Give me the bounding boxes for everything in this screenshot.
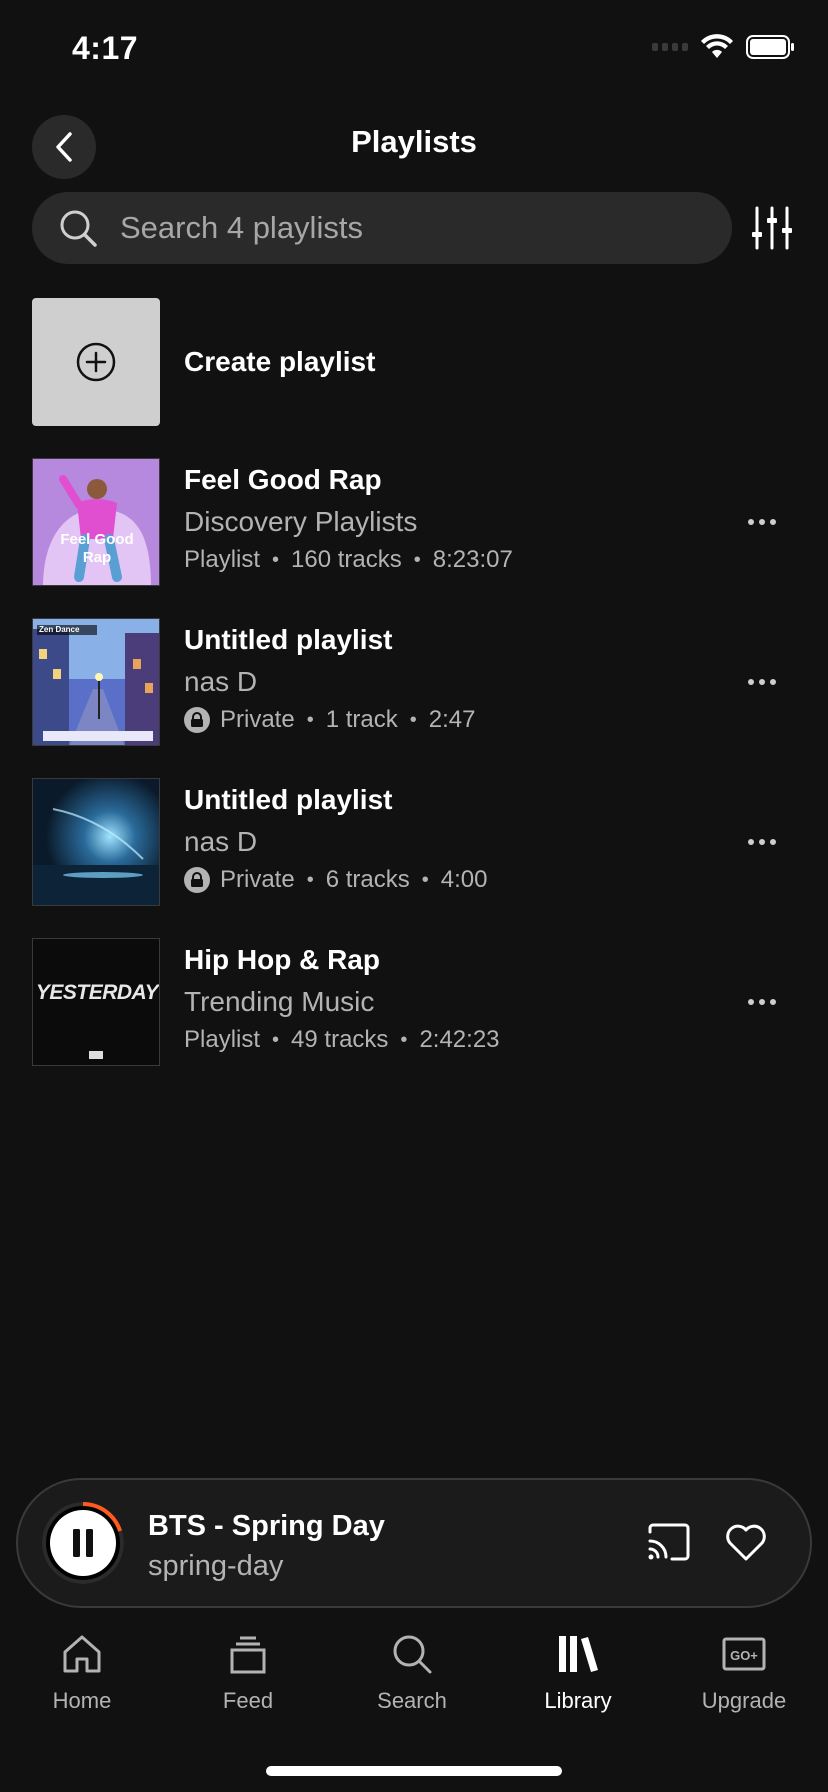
separator-dot: • [413,548,421,571]
playlist-duration: 8:23:07 [432,546,513,573]
playlist-meta: Playlist • 160 tracks • 8:23:07 [184,546,513,574]
playlist-track-count: 160 tracks [291,546,402,573]
more-options-button[interactable] [742,828,782,856]
status-time: 4:17 [72,30,139,66]
create-playlist-row[interactable]: Create playlist [32,298,796,426]
lock-icon [184,867,210,893]
mini-player[interactable]: BTS - Spring Day spring-day [16,1478,812,1608]
playlist-cover: Feel Good Rap [32,458,160,586]
cast-icon[interactable] [646,1522,692,1562]
playlist-cover: Zen Dance [32,618,160,746]
separator-dot: • [272,1028,280,1051]
playlist-meta: Playlist • 49 tracks • 2:42:23 [184,1026,500,1054]
pause-button[interactable] [40,1500,126,1586]
playlist-duration: 2:47 [428,706,476,733]
separator-dot: • [409,708,417,731]
more-options-button[interactable] [742,668,782,696]
cover-art-text: Feel Good Rap [60,531,134,566]
playlist-info: Hip Hop & Rap Trending Music Playlist • … [184,944,500,1054]
tab-bar: Home Feed Search Library GO+ Upgrade [0,1630,828,1730]
playlist-type: Playlist [184,1026,261,1053]
playlist-owner: nas D [184,826,258,857]
separator-dot: • [421,868,429,891]
playlist-type: Private [220,866,295,893]
cover-art-text: YESTERDAY [35,981,159,1004]
playlist-track-count: 6 tracks [325,866,410,893]
tab-upgrade[interactable]: GO+ Upgrade [674,1630,814,1714]
home-indicator [266,1766,562,1776]
create-playlist-thumb [32,298,160,426]
playlist-row[interactable]: Feel Good Rap Feel Good Rap Discovery Pl… [32,458,796,586]
playlist-duration: 2:42:23 [419,1026,500,1053]
tab-home[interactable]: Home [12,1630,152,1714]
playlist-title: Feel Good Rap [184,464,382,495]
playlist-type: Private [220,706,295,733]
tab-label: Search [377,1688,447,1713]
tab-label: Home [52,1688,112,1713]
separator-dot: • [400,1028,408,1051]
search-placeholder: Search 4 playlists [120,210,363,245]
playlist-title: Untitled playlist [184,624,393,655]
playlist-track-count: 1 track [325,706,398,733]
create-playlist-label: Create playlist [184,346,376,377]
separator-dot: • [272,548,280,571]
playlist-row[interactable]: YESTERDAY Hip Hop & Rap Trending Music P… [32,938,796,1066]
more-options-button[interactable] [742,988,782,1016]
tab-search[interactable]: Search [342,1630,482,1714]
screen: 4:17 Playlists Search 4 playlists Create… [0,0,828,1792]
separator-dot: • [306,868,314,891]
heart-icon[interactable] [724,1522,768,1562]
playlist-info: Feel Good Rap Discovery Playlists Playli… [184,464,513,574]
playlist-meta: Private • 6 tracks • 4:00 [184,866,487,894]
playlist-cover [32,778,160,906]
feed-icon [230,1636,266,1674]
playlist-title: Hip Hop & Rap [184,944,380,975]
wifi-icon [701,34,733,58]
pause-icon [73,1529,80,1557]
playlist-track-count: 49 tracks [291,1026,389,1053]
parental-advisory-icon [89,1051,103,1059]
playlist-owner: Discovery Playlists [184,506,418,537]
playlist-row[interactable]: Untitled playlist nas D Private • 6 trac… [32,778,796,906]
playlist-owner: nas D [184,666,258,697]
cover-art-image [33,779,159,905]
now-playing-title: BTS - Spring Day [148,1510,385,1542]
search-icon [60,210,97,247]
tab-feed[interactable]: Feed [178,1630,318,1714]
cover-art-text: Zen Dance [39,625,80,634]
more-options-button[interactable] [742,508,782,536]
playlist-row[interactable]: Zen Dance Untitled playlist nas D Privat… [32,618,796,746]
playlist-duration: 4:00 [440,866,488,893]
filter-sliders-icon[interactable] [750,206,794,250]
playlist-info: Untitled playlist nas D Private • 1 trac… [184,624,475,734]
tab-label: Upgrade [701,1688,787,1713]
tab-library[interactable]: Library [508,1630,648,1714]
page-title: Playlists [351,124,477,159]
playlist-owner: Trending Music [184,986,375,1017]
battery-icon [746,35,794,59]
playlist-meta: Private • 1 track • 2:47 [184,706,475,734]
separator-dot: • [306,708,314,731]
playlist-title: Untitled playlist [184,784,393,815]
add-circle-icon [76,342,116,382]
playlist-cover: YESTERDAY [32,938,160,1066]
upgrade-icon: GO+ [722,1637,766,1671]
svg-text:GO+: GO+ [730,1648,758,1663]
cover-art-image [33,619,159,745]
library-icon [559,1636,598,1672]
search-input[interactable]: Search 4 playlists [32,192,732,264]
home-icon [63,1635,101,1673]
lock-icon [184,707,210,733]
tab-label: Feed [222,1688,274,1713]
playlist-type: Playlist [184,546,261,573]
tab-label: Library [544,1688,612,1713]
status-icons [652,34,796,60]
now-playing-artist: spring-day [148,1550,284,1582]
search-icon [393,1635,432,1674]
cellular-signal-icon [652,43,688,51]
playlist-info: Untitled playlist nas D Private • 6 trac… [184,784,487,894]
